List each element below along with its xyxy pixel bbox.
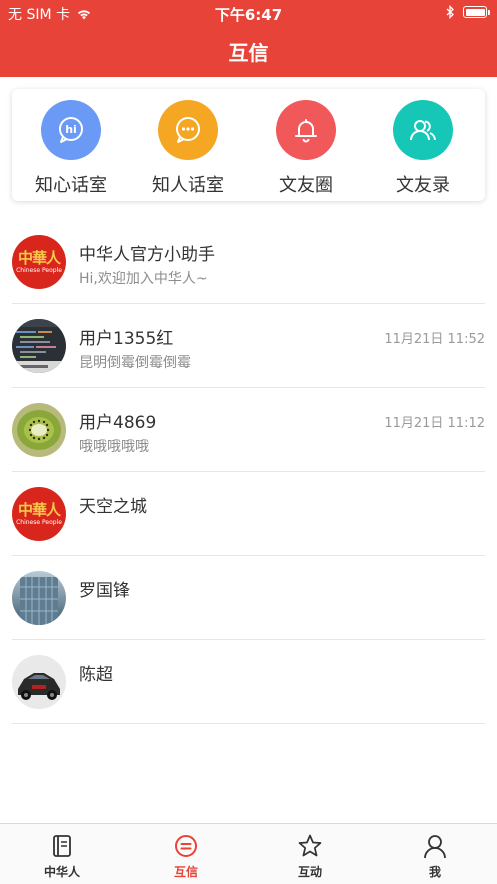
quick-action-label: 知心话室 xyxy=(35,175,107,196)
chat-row[interactable]: 用户1355红 昆明倒霉倒霉倒霉 11月21日 11:52 xyxy=(0,304,497,388)
chat-row[interactable]: 陈超 xyxy=(0,640,497,724)
contacts-icon xyxy=(393,100,453,160)
star-icon xyxy=(298,834,322,857)
quick-action-label: 文友圈 xyxy=(279,175,333,196)
building-photo-avatar xyxy=(12,571,66,625)
battery-icon xyxy=(463,6,490,18)
chat-name: 陈超 xyxy=(79,665,113,685)
quick-action-wenyou-directory[interactable]: 文友录 xyxy=(363,100,483,200)
tab-bar: 中华人 互信 互动 我 xyxy=(0,823,497,884)
chat-name: 罗国锋 xyxy=(79,581,130,601)
tab-label: 我 xyxy=(428,865,441,879)
chat-name: 用户1355红 xyxy=(79,329,174,349)
chat-name: 用户4869 xyxy=(79,413,157,433)
screen-photo-avatar xyxy=(12,319,66,373)
car-photo-avatar xyxy=(12,655,66,709)
page-title: 互信 xyxy=(228,41,269,65)
tab-huxin[interactable]: 互信 xyxy=(124,824,248,884)
zhonghuaren-logo-avatar: 中華人 Chinese People xyxy=(12,235,66,289)
tab-label: 互信 xyxy=(173,865,198,879)
tab-label: 中华人 xyxy=(43,865,80,879)
zhonghuaren-logo-avatar: 中華人 Chinese People xyxy=(12,487,66,541)
tab-me[interactable]: 我 xyxy=(373,824,497,884)
status-bar: 无 SIM 卡 下午6:47 xyxy=(0,0,497,26)
tab-label: 互动 xyxy=(297,865,322,879)
chat-name: 天空之城 xyxy=(79,497,147,517)
svg-text:hi: hi xyxy=(65,123,77,136)
chat-time: 11月21日 11:12 xyxy=(384,416,485,431)
tab-hudong[interactable]: 互动 xyxy=(248,824,372,884)
message-icon xyxy=(175,835,197,857)
quick-action-zhiren-room[interactable]: 知人话室 xyxy=(128,100,248,200)
person-icon xyxy=(424,835,446,859)
chat-name: 中华人官方小助手 xyxy=(79,245,215,265)
chat-time: 11月21日 11:52 xyxy=(384,332,485,347)
bell-icon xyxy=(276,100,336,160)
status-time: 下午6:47 xyxy=(214,6,283,24)
chat-last-message: 昆明倒霉倒霉倒霉 xyxy=(79,355,191,371)
tab-zhonghuaren[interactable]: 中华人 xyxy=(0,824,124,884)
quick-action-zhixin-room[interactable]: hi 知心话室 xyxy=(11,100,131,200)
chat-row[interactable]: 中華人 Chinese People 天空之城 xyxy=(0,472,497,556)
quick-action-label: 知人话室 xyxy=(152,175,224,196)
kiwi-photo-avatar xyxy=(12,403,66,457)
chat-row[interactable]: 罗国锋 xyxy=(0,556,497,640)
quick-action-label: 文友录 xyxy=(396,175,450,196)
chat-row[interactable]: 用户4869 哦哦哦哦哦 11月21日 11:12 xyxy=(0,388,497,472)
chat-row[interactable]: 中華人 Chinese People 中华人官方小助手 Hi,欢迎加入中华人~ xyxy=(0,220,497,304)
hi-chat-icon: hi xyxy=(41,100,101,160)
chat-last-message: 哦哦哦哦哦 xyxy=(79,439,149,455)
quick-action-wenyou-circle[interactable]: 文友圈 xyxy=(246,100,366,200)
app-header: 无 SIM 卡 下午6:47 互信 xyxy=(0,0,497,77)
chat-list: 中華人 Chinese People 中华人官方小助手 Hi,欢迎加入中华人~ xyxy=(0,220,497,724)
quick-actions-card: hi 知心话室 知人话室 文友圈 文友录 xyxy=(12,89,485,201)
book-icon xyxy=(53,835,71,857)
bluetooth-icon xyxy=(446,5,454,19)
chat-bubble-icon xyxy=(158,100,218,160)
chat-last-message: Hi,欢迎加入中华人~ xyxy=(79,271,208,287)
divider xyxy=(12,723,485,724)
